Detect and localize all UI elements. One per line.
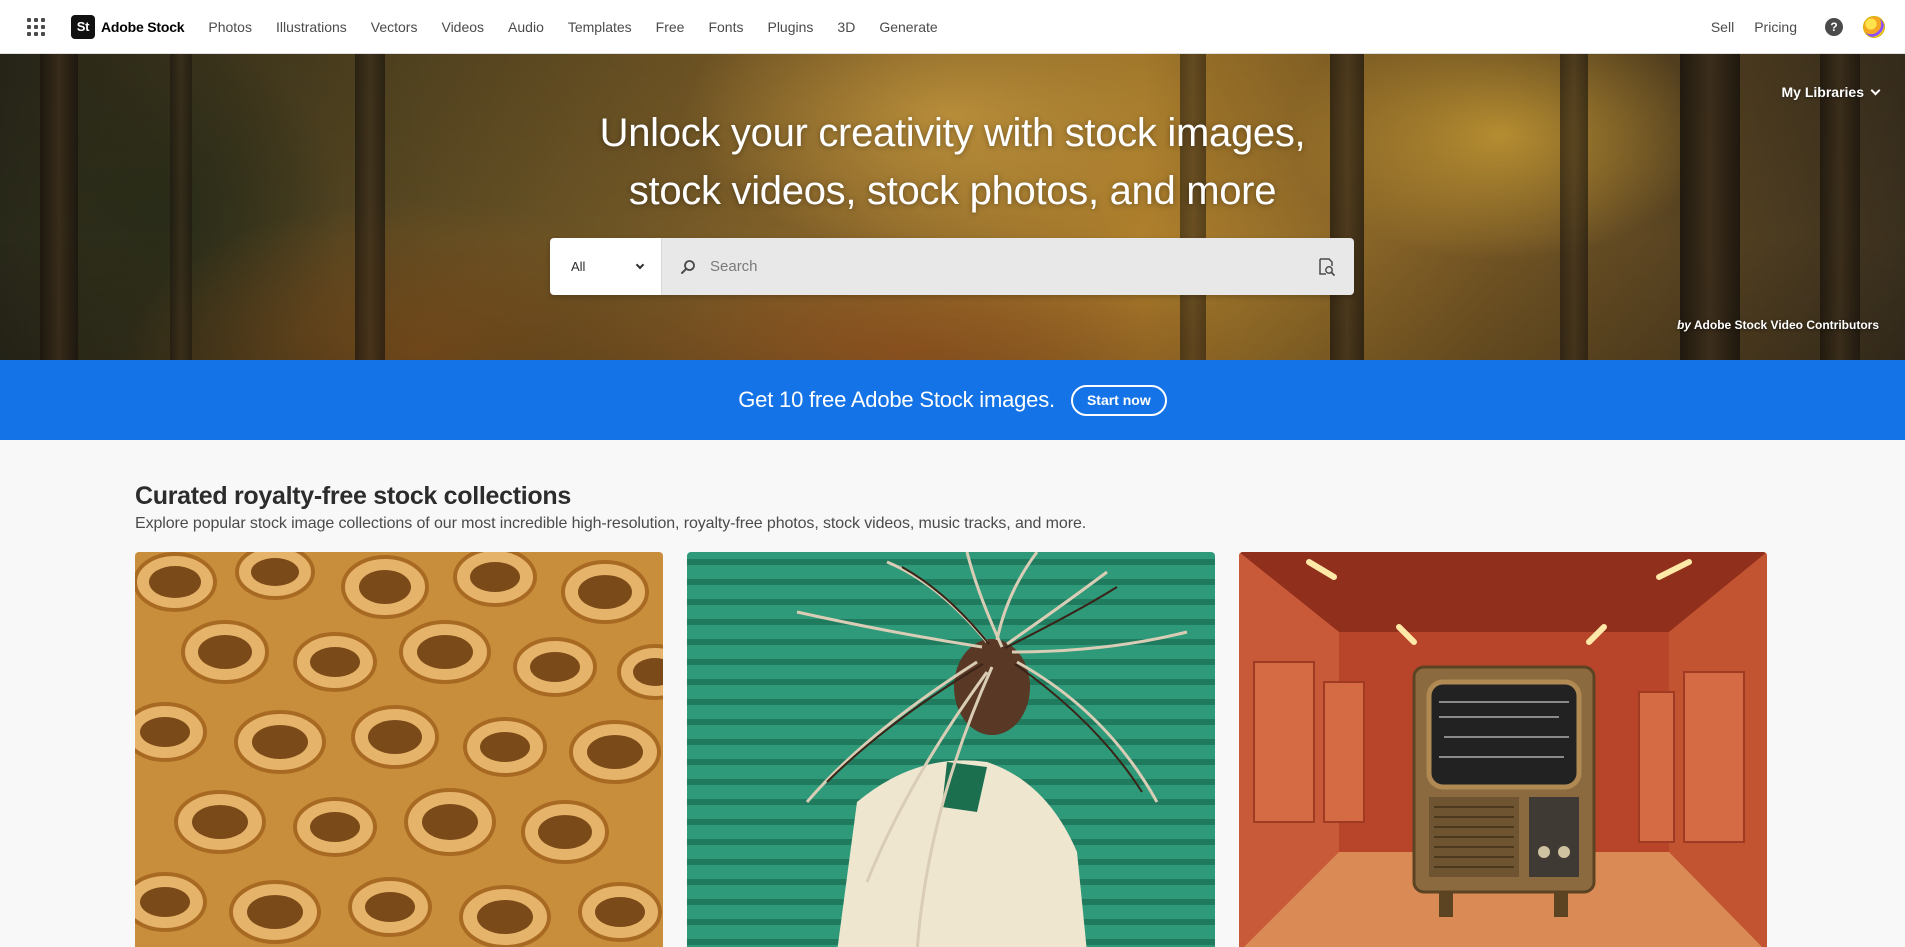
promo-banner: Get 10 free Adobe Stock images. Start no… xyxy=(0,360,1905,440)
nav-pricing[interactable]: Pricing xyxy=(1744,19,1807,35)
nav-fonts[interactable]: Fonts xyxy=(696,19,755,35)
hero-title: Unlock your creativity with stock images… xyxy=(0,104,1905,220)
adobe-stock-logo[interactable]: St Adobe Stock xyxy=(71,14,185,39)
attribution-by: by xyxy=(1676,318,1691,332)
nav-sell[interactable]: Sell xyxy=(1701,19,1744,35)
brand-name: Adobe Stock xyxy=(101,18,185,35)
brand-mark: St xyxy=(71,14,95,39)
pasta-image xyxy=(135,552,663,947)
hero-attribution: by Adobe Stock Video Contributors xyxy=(1677,318,1879,332)
main-nav-links: Photos Illustrations Vectors Videos Audi… xyxy=(196,19,949,35)
nav-videos[interactable]: Videos xyxy=(429,19,496,35)
my-libraries-button[interactable]: My Libraries xyxy=(1781,84,1881,100)
hero-title-line-1: Unlock your creativity with stock images… xyxy=(599,111,1306,155)
nav-3d[interactable]: 3D xyxy=(825,19,867,35)
nav-audio[interactable]: Audio xyxy=(496,19,556,35)
collection-card-portrait[interactable] xyxy=(687,552,1215,947)
search-scope-value: All xyxy=(571,259,586,274)
search-bar: All xyxy=(550,238,1354,295)
hero-banner: My Libraries Unlock your creativity with… xyxy=(0,54,1905,360)
chevron-down-icon xyxy=(635,260,645,270)
collection-card-retro-tv[interactable] xyxy=(1239,552,1767,947)
top-navigation: St Adobe Stock Photos Illustrations Vect… xyxy=(0,0,1905,54)
nav-right-group: Sell Pricing ? xyxy=(1701,0,1885,54)
search-scope-dropdown[interactable]: All xyxy=(550,238,662,295)
nav-photos[interactable]: Photos xyxy=(196,19,264,35)
collections-subtitle: Explore popular stock image collections … xyxy=(135,515,1087,532)
curated-collections-section: Curated royalty-free stock collections E… xyxy=(135,482,1769,947)
search-icon xyxy=(681,259,695,274)
attribution-name: Adobe Stock Video Contributors xyxy=(1693,318,1879,332)
nav-vectors[interactable]: Vectors xyxy=(359,19,430,35)
promo-text: Get 10 free Adobe Stock images. xyxy=(738,387,1055,412)
hero-title-line-2: stock videos, stock photos, and more xyxy=(628,169,1277,213)
visual-search-icon[interactable] xyxy=(1316,257,1336,277)
collection-card-pasta[interactable] xyxy=(135,552,663,947)
my-libraries-label: My Libraries xyxy=(1781,84,1864,100)
portrait-image xyxy=(687,552,1215,947)
search-field xyxy=(662,238,1354,295)
nav-free[interactable]: Free xyxy=(644,19,697,35)
avatar[interactable] xyxy=(1863,16,1885,38)
nav-generate[interactable]: Generate xyxy=(867,19,949,35)
nav-illustrations[interactable]: Illustrations xyxy=(264,19,359,35)
help-icon[interactable]: ? xyxy=(1825,18,1843,36)
retro-tv-image xyxy=(1239,552,1767,947)
search-input[interactable] xyxy=(710,258,1316,275)
chevron-down-icon xyxy=(1870,85,1881,95)
start-now-button[interactable]: Start now xyxy=(1070,384,1167,416)
nav-plugins[interactable]: Plugins xyxy=(755,19,825,35)
nav-templates[interactable]: Templates xyxy=(556,19,644,35)
apps-grid-icon[interactable] xyxy=(24,15,48,39)
collections-title: Curated royalty-free stock collections xyxy=(135,482,571,510)
collection-cards xyxy=(135,552,1769,947)
